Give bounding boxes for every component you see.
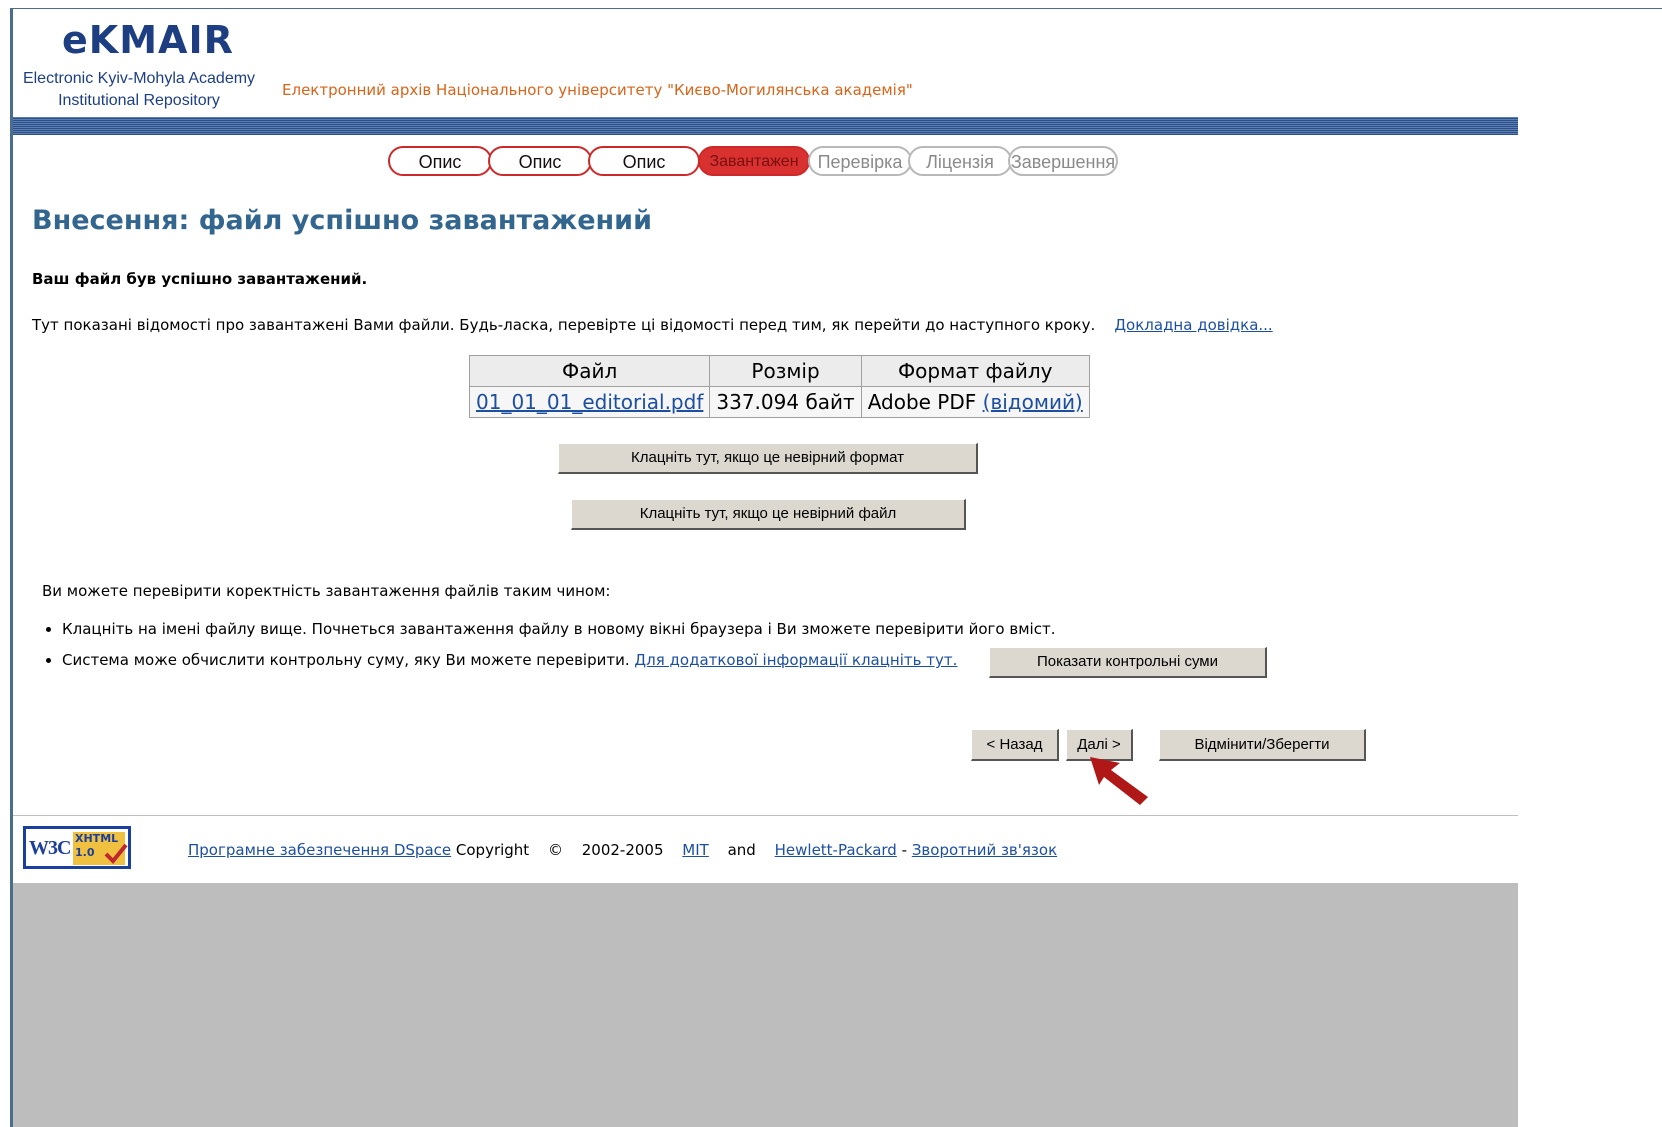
file-cell: 01_01_01_editorial.pdf — [468, 386, 711, 418]
progress-step-verify: Перевірка — [808, 146, 912, 176]
checkmark-icon — [104, 843, 128, 864]
w3c-logo-text: W3C — [29, 837, 71, 859]
verify-list: Клацніть на імені файлу вище. Почнеться … — [42, 617, 1055, 679]
more-info-link[interactable]: Для додаткової інформації клацніть тут. — [634, 651, 957, 669]
dspace-software-link[interactable]: Програмне забезпечення DSpace — [188, 841, 451, 859]
w3c-xhtml-badge[interactable]: W3C XHTML 1.0 — [23, 826, 131, 869]
format-cell: Adobe PDF (відомий) — [860, 386, 1090, 418]
copyright-label: Copyright — [455, 841, 530, 859]
mit-link[interactable]: MIT — [682, 841, 709, 859]
hewlett-packard-link[interactable]: Hewlett-Packard — [775, 841, 897, 859]
logo-subtitle: Electronic Kyiv-Mohyla Academy Instituti… — [12, 68, 266, 112]
wrong-file-button[interactable]: Клацніть тут, якщо це невірний файл — [571, 499, 966, 530]
progress-step-describe-2[interactable]: Опис — [488, 146, 592, 176]
footer-divider — [13, 815, 1518, 816]
logo-subtitle-line1: Electronic Kyiv-Mohyla Academy — [22, 70, 256, 87]
logo-title[interactable]: eKMAIR — [62, 18, 234, 62]
page-title: Внесення: файл успішно завантажений — [32, 205, 653, 236]
pointer-arrow-icon — [1090, 757, 1148, 805]
footer-and: and — [727, 841, 756, 859]
format-name: Adobe PDF — [867, 390, 977, 414]
progress-step-upload: Завантажен — [698, 146, 810, 176]
list-item: Клацніть на імені файлу вище. Почнеться … — [62, 617, 1055, 648]
header-stripe-bar — [13, 117, 1518, 135]
window-top-border-right — [1518, 8, 1662, 9]
table-row: 01_01_01_editorial.pdf 337.094 байт Adob… — [468, 386, 1090, 418]
logo-subtitle-line2: Institutional Repository — [58, 92, 220, 109]
size-cell: 337.094 байт — [709, 386, 862, 418]
intro-text: Тут показані відомості про завантажені В… — [32, 316, 1096, 334]
progress-step-describe-1[interactable]: Опис — [388, 146, 492, 176]
show-checksums-button[interactable]: Показати контрольні суми — [989, 647, 1267, 678]
table-header-row: Файл Розмір Формат файлу — [468, 355, 1090, 387]
copyright-symbol: © — [547, 841, 563, 859]
progress-step-license: Ліцензія — [908, 146, 1012, 176]
intro-paragraph: Тут показані відомості про завантажені В… — [32, 316, 1273, 334]
cancel-save-button[interactable]: Відмінити/Зберегти — [1159, 729, 1366, 761]
wrong-format-button[interactable]: Клацніть тут, якщо це невірний формат — [558, 443, 978, 474]
site-tagline: Електронний архів Національного універси… — [282, 81, 913, 99]
format-status-link[interactable]: (відомий) — [983, 390, 1083, 414]
copyright-years: 2002-2005 — [581, 841, 664, 859]
progress-step-describe-3[interactable]: Опис — [588, 146, 700, 176]
column-header-format: Формат файлу — [860, 355, 1090, 387]
list-item: Система може обчислити контрольну суму, … — [62, 648, 1055, 679]
back-button[interactable]: < Назад — [971, 729, 1059, 761]
checksum-text: Система може обчислити контрольну суму, … — [62, 651, 630, 669]
xhtml-version: 1.0 — [75, 846, 95, 859]
footer-credits: Програмне забезпечення DSpace Copyright … — [188, 841, 1057, 859]
progress-step-complete: Завершення — [1008, 146, 1118, 176]
empty-page-area — [13, 883, 1518, 1127]
uploaded-files-table: Файл Розмір Формат файлу 01_01_01_editor… — [468, 355, 1090, 418]
verify-intro: Ви можете перевірити коректність заванта… — [42, 582, 611, 600]
file-name-link[interactable]: 01_01_01_editorial.pdf — [476, 390, 703, 414]
window-top-border — [10, 8, 1518, 9]
footer-dash: - — [901, 841, 908, 859]
column-header-file: Файл — [468, 355, 711, 387]
column-header-size: Розмір — [709, 355, 862, 387]
help-link[interactable]: Докладна довідка... — [1114, 316, 1272, 334]
success-message: Ваш файл був успішно завантажений. — [32, 270, 368, 288]
feedback-link[interactable]: Зворотний зв'язок — [912, 841, 1057, 859]
